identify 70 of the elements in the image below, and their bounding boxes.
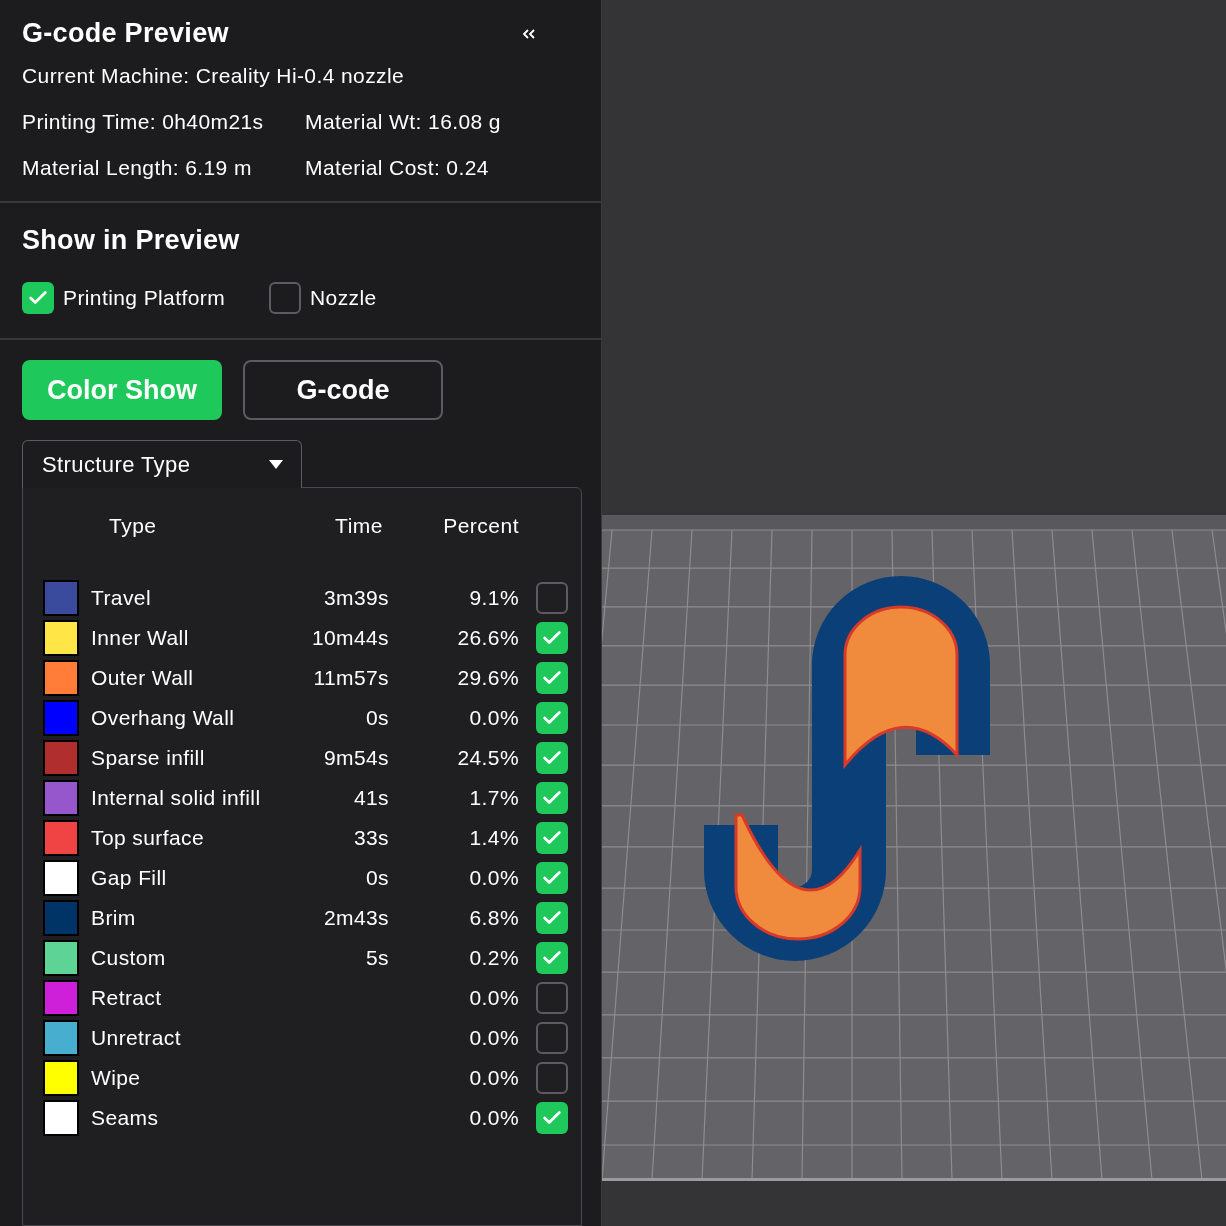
time-cell-text: 10m44s xyxy=(310,626,389,650)
percent-cell-text: 29.6% xyxy=(456,666,519,690)
structure-dropdown[interactable]: Structure Type xyxy=(22,440,302,488)
percent-cell-text: 0.0% xyxy=(468,1106,519,1130)
checkbox-label: Printing Platform xyxy=(63,286,226,310)
collapse-icon[interactable] xyxy=(521,28,537,40)
panel-title: G-code Preview xyxy=(22,18,229,49)
type-cell-text: Top surface xyxy=(90,826,205,850)
percent-cell-text: 6.8% xyxy=(468,906,519,930)
time-cell-text: 0s xyxy=(365,706,389,730)
type-cell-text: Travel xyxy=(90,586,152,610)
type-cell-text: Internal solid infill xyxy=(90,786,262,810)
percent-cell-text: 9.1% xyxy=(468,586,519,610)
checkbox[interactable] xyxy=(269,282,302,314)
checkbox[interactable] xyxy=(536,582,568,614)
type-cell-text: Gap Fill xyxy=(90,866,168,890)
percent-cell-text: 0.2% xyxy=(468,946,519,970)
percent-cell-text: 0.0% xyxy=(468,1026,519,1050)
checkbox[interactable] xyxy=(536,942,568,974)
time-cell-text: 2m43s xyxy=(322,906,389,930)
stat-label: Material Length: 6.19 m xyxy=(22,155,253,181)
view-mode-button[interactable]: G-code xyxy=(243,360,443,420)
percent-cell-text: 1.7% xyxy=(468,786,519,810)
percent-cell-text: 0.0% xyxy=(468,986,519,1010)
time-cell-text: 11m57s xyxy=(312,666,389,690)
type-cell-text: Retract xyxy=(90,986,163,1010)
checkbox[interactable] xyxy=(536,1022,568,1054)
type-cell-text: Outer Wall xyxy=(90,666,195,690)
checkbox[interactable] xyxy=(536,662,568,694)
caret-icon xyxy=(269,459,283,470)
type-cell-text: Unretract xyxy=(90,1026,182,1050)
percent-cell-text: 0.0% xyxy=(468,866,519,890)
checkbox[interactable] xyxy=(536,822,568,854)
percent-cell-text: 0.0% xyxy=(468,1066,519,1090)
checkbox-label: Nozzle xyxy=(310,286,377,310)
column-header: Percent xyxy=(442,514,519,539)
checkbox[interactable] xyxy=(536,702,568,734)
time-cell-text: 0s xyxy=(365,866,389,890)
stat-label: Printing Time: 0h40m21s xyxy=(22,109,265,135)
checkbox[interactable] xyxy=(536,1062,568,1094)
checkbox[interactable] xyxy=(536,982,568,1014)
time-cell-text: 9m54s xyxy=(322,746,389,770)
checkbox[interactable] xyxy=(536,742,568,774)
type-cell-text: Custom xyxy=(90,946,167,970)
percent-cell-text: 24.5% xyxy=(456,746,519,770)
stat-label: Material Cost: 0.24 xyxy=(305,155,490,181)
type-cell-text: Brim xyxy=(90,906,137,930)
percent-cell-text: 0.0% xyxy=(468,706,519,730)
type-cell-text: Seams xyxy=(90,1106,160,1130)
stat-label: Material Wt: 16.08 g xyxy=(305,109,502,135)
section-title: Show in Preview xyxy=(22,225,241,256)
checkbox[interactable] xyxy=(536,622,568,654)
checkbox[interactable] xyxy=(536,902,568,934)
checkbox[interactable] xyxy=(22,282,54,314)
checkbox[interactable] xyxy=(536,862,568,894)
time-cell-text: 5s xyxy=(365,946,389,970)
checkbox[interactable] xyxy=(536,782,568,814)
time-cell-text: 41s xyxy=(352,786,389,810)
type-cell-text: Inner Wall xyxy=(90,626,190,650)
type-cell-text: Overhang Wall xyxy=(90,706,236,730)
checkbox[interactable] xyxy=(536,1102,568,1134)
percent-cell-text: 26.6% xyxy=(456,626,519,650)
column-header: Type xyxy=(108,514,158,539)
time-cell-text: 3m39s xyxy=(322,586,389,610)
time-cell-text: 33s xyxy=(352,826,389,850)
machine-label: Current Machine: Creality Hi-0.4 nozzle xyxy=(22,63,406,89)
type-cell-text: Wipe xyxy=(90,1066,142,1090)
column-header: Time xyxy=(334,514,384,539)
percent-cell-text: 1.4% xyxy=(468,826,519,850)
type-cell-text: Sparse infill xyxy=(90,746,206,770)
